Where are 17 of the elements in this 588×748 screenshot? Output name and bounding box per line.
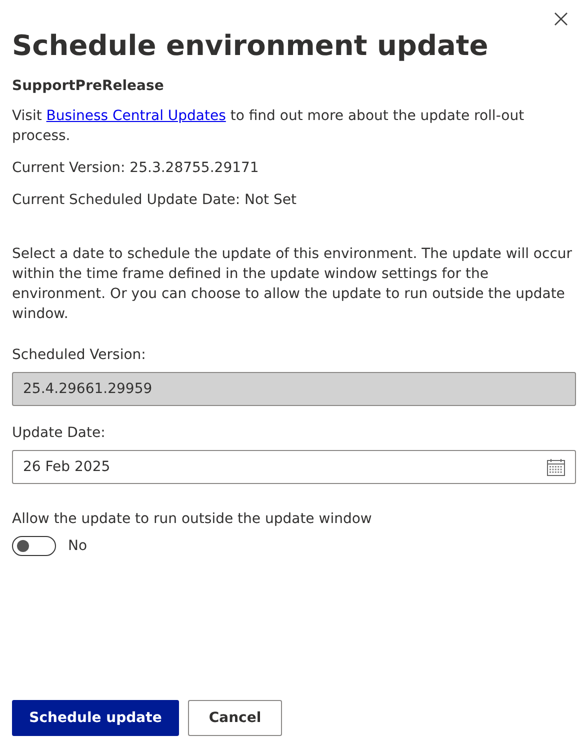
field-label: Scheduled Version:: [12, 346, 147, 364]
current-scheduled-date: Current Scheduled Update Date: Not Set: [12, 191, 298, 210]
environment-name: SupportPreRelease: [12, 78, 165, 94]
close-icon[interactable]: [554, 12, 568, 26]
intro-text: Visit Business Central Updates to find out more about the update roll-out process.: [12, 107, 526, 146]
date-field[interactable]: 26 Feb 2025: [12, 450, 576, 484]
toggle-switch[interactable]: [12, 536, 56, 556]
dialog-title: Schedule environment update: [12, 28, 490, 64]
current-version: Current Version: 25.3.28755.29171: [12, 159, 260, 178]
updates-link[interactable]: Business Central Updates: [46, 108, 226, 124]
schedule-button[interactable]: Schedule update: [12, 700, 179, 736]
toggle-state: No: [68, 538, 88, 554]
toggle-label: Allow the update to run outside the update window: [12, 510, 373, 528]
cancel-button[interactable]: Cancel: [188, 700, 282, 736]
field-label: Update Date:: [12, 424, 106, 442]
description-text: Select a date to schedule the update of this environment. The update will occur within the time frame defined in the update window settings for the environment. Or you can choose to allow the update to run outside the update window.: [12, 245, 574, 324]
calendar-icon[interactable]: [547, 458, 565, 476]
